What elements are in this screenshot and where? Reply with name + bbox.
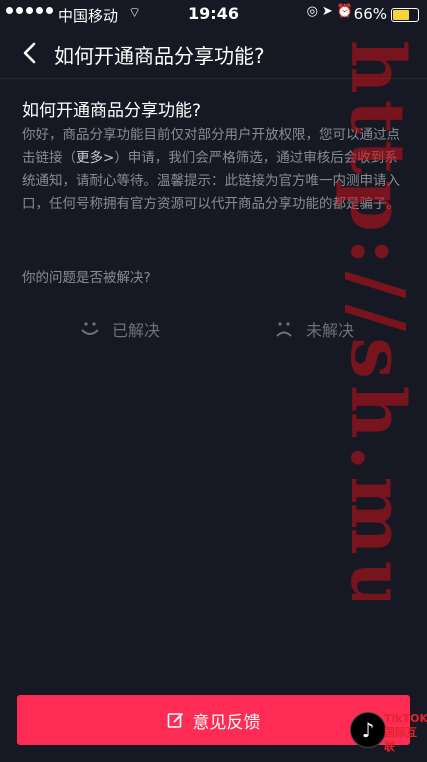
answer-text: 你好，商品分享功能目前仅对部分用户开放权限，您可以通过点击链接（更多>）申请，我… [22, 124, 410, 216]
unsolved-label: 未解决 [305, 321, 354, 340]
page-title: 如何开通商品分享功能? [54, 44, 265, 68]
brand-text: TikTOK 国际互联 [384, 712, 427, 754]
battery-icon [391, 8, 419, 22]
battery-percent: 66% [353, 5, 387, 23]
back-button[interactable] [14, 36, 48, 70]
brand-line1: TikTOK [384, 712, 427, 725]
smile-icon [81, 322, 99, 335]
chevron-left-icon [23, 42, 36, 64]
solved-label: 已解决 [111, 321, 160, 340]
header-divider [0, 78, 427, 79]
resolved-question: 你的问题是否被解决? [22, 270, 151, 286]
brand-logo: ♪ TikTOK 国际互联 [350, 708, 427, 754]
brand-line2: 国际互联 [384, 726, 417, 753]
status-bar: 中国移动 ⌔ 19:46 ◎➤⏰ 66% [0, 0, 427, 30]
question-title: 如何开通商品分享功能? [22, 101, 202, 121]
music-note-icon: ♪ [350, 712, 386, 748]
unsolved-button[interactable]: 未解决 [216, 300, 410, 358]
feedback-button-label: 意见反馈 [192, 712, 261, 733]
vote-row: 已解决 未解决 [22, 300, 410, 358]
solved-button[interactable]: 已解决 [22, 300, 216, 358]
edit-icon [167, 712, 183, 728]
frown-icon [276, 322, 292, 337]
system-status-icons: ◎➤⏰ [306, 4, 357, 19]
more-link[interactable]: 更多> [76, 150, 114, 166]
nav-bar: 如何开通商品分享功能? [0, 30, 427, 76]
